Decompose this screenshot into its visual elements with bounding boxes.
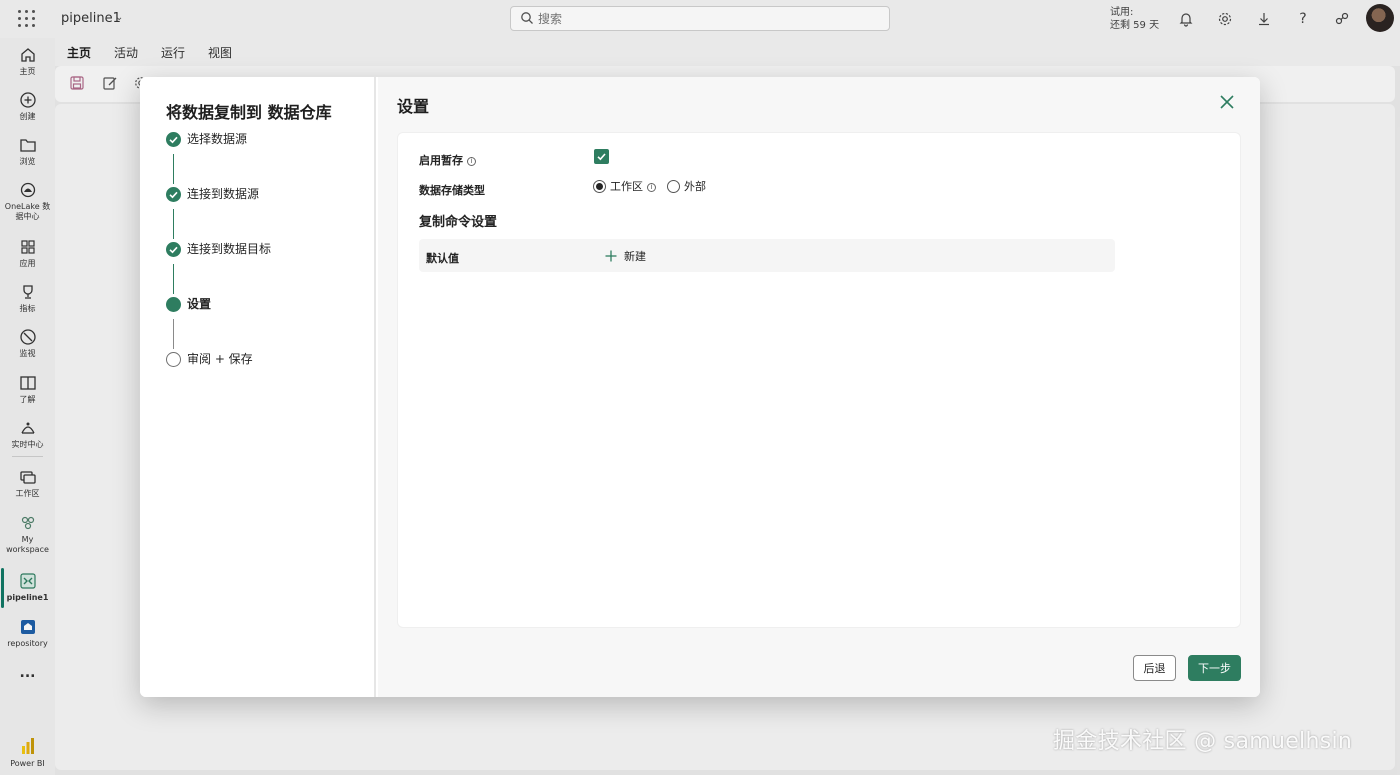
radio-label: 工作区	[610, 180, 643, 193]
settings-pane: 设置 启用暂存 i 数据存储类型 工作区 i 外部 复制命令设置 默认值 新建 …	[378, 77, 1260, 697]
checkmark-icon	[597, 153, 606, 161]
storage-option-workspace[interactable]: 工作区 i	[610, 180, 656, 193]
step-label: 连接到数据源	[187, 187, 260, 201]
info-icon[interactable]: i	[647, 183, 656, 192]
wizard-steps-pane: 将数据复制到 数据仓库 选择数据源 连接到数据源 连接到数据目标 设置 审阅 +…	[140, 77, 376, 697]
step-label: 选择数据源	[187, 132, 248, 146]
dialog-title: 将数据复制到 数据仓库	[166, 103, 332, 122]
plus-icon	[605, 250, 617, 262]
settings-card: 启用暂存 i 数据存储类型 工作区 i 外部 复制命令设置 默认值 新建	[397, 132, 1241, 628]
step-connector	[173, 264, 174, 294]
enable-staging-label: 启用暂存	[419, 154, 463, 167]
check-circle-icon	[166, 132, 181, 147]
storage-type-label: 数据存储类型	[419, 184, 485, 197]
close-icon	[1220, 95, 1234, 109]
step-connector	[173, 319, 174, 349]
info-icon[interactable]: i	[467, 157, 476, 166]
enable-staging-checkbox[interactable]	[594, 149, 609, 164]
step-connector	[173, 154, 174, 184]
step-label: 设置	[187, 297, 212, 311]
new-button[interactable]: 新建	[605, 248, 646, 264]
next-button[interactable]: 下一步	[1188, 655, 1241, 681]
back-button[interactable]: 后退	[1133, 655, 1176, 681]
check-circle-icon	[166, 187, 181, 202]
storage-radio-external[interactable]	[667, 180, 680, 193]
check-circle-icon	[166, 242, 181, 257]
new-button-label: 新建	[624, 250, 646, 263]
storage-radio-workspace[interactable]	[593, 180, 606, 193]
storage-option-external[interactable]: 外部	[684, 180, 706, 193]
copy-data-dialog: 将数据复制到 数据仓库 选择数据源 连接到数据源 连接到数据目标 设置 审阅 +…	[140, 77, 1260, 697]
close-button[interactable]	[1216, 91, 1238, 113]
step-label: 审阅 + 保存	[187, 352, 253, 366]
copy-command-defaults-row: 默认值 新建	[419, 239, 1115, 272]
step-connector	[173, 209, 174, 239]
current-step-dot-icon	[166, 297, 181, 312]
step-label: 连接到数据目标	[187, 242, 272, 256]
settings-title: 设置	[397, 97, 430, 116]
defaults-label: 默认值	[426, 252, 459, 265]
enable-staging-field: 启用暂存 i	[419, 152, 476, 168]
empty-circle-icon	[166, 352, 181, 367]
watermark-text: 掘金技术社区 @ samuelhsin	[1053, 729, 1353, 754]
copy-command-heading: 复制命令设置	[419, 215, 498, 230]
